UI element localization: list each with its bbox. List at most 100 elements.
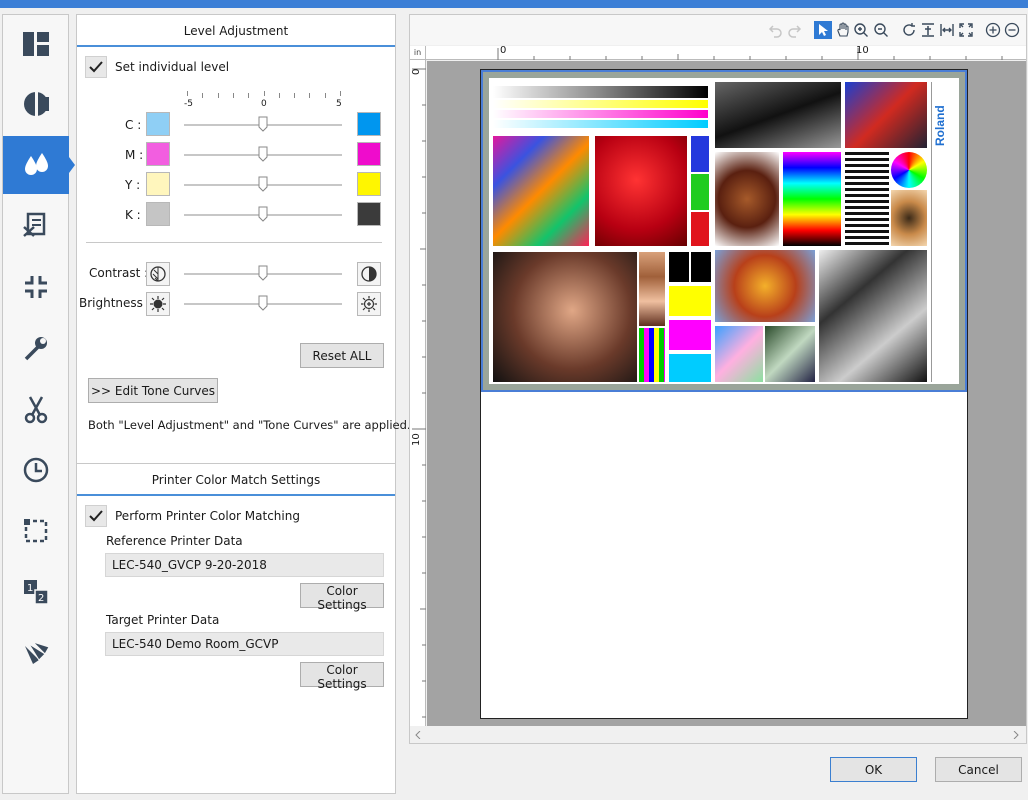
wrench-icon [24, 337, 47, 361]
reference-printer-field[interactable]: LEC-540_GVCP 9-20-2018 [105, 553, 384, 577]
sidebar-item-swatch[interactable] [3, 624, 69, 682]
set-individual-level-row[interactable]: Set individual level [85, 56, 229, 78]
sidebar-item-layout[interactable] [3, 15, 69, 73]
bw-photo-top [715, 82, 841, 148]
reset-all-button[interactable]: Reset ALL [300, 343, 384, 368]
food-photo [715, 152, 779, 246]
rotate-button[interactable] [900, 21, 918, 39]
zoom-in-tool-button[interactable] [852, 21, 870, 39]
green-patch [691, 174, 709, 210]
channel-slider-thumb[interactable] [258, 176, 268, 192]
pointer-icon [819, 24, 828, 36]
sidebar-item-crop[interactable] [3, 502, 69, 560]
fit-width-button[interactable] [938, 21, 956, 39]
cancel-button[interactable]: Cancel [935, 757, 1022, 782]
sidebar-item-ink[interactable] [3, 136, 75, 194]
zoom-out-tool-button[interactable] [872, 21, 890, 39]
target-color-settings-button[interactable]: Color Settings [300, 662, 384, 691]
sidebar-item-print-cut[interactable] [3, 197, 69, 255]
contrast-label: Contrast : [89, 266, 149, 280]
horizontal-ruler: 0 10 [426, 45, 1026, 60]
brightness-decrease-button[interactable] [146, 292, 170, 316]
perform-color-matching-row[interactable]: Perform Printer Color Matching [85, 505, 300, 527]
channel-dark-swatch [357, 202, 381, 226]
brightness-slider-thumb[interactable] [258, 295, 268, 311]
select-tool-button[interactable] [814, 21, 832, 39]
reference-printer-label: Reference Printer Data [106, 534, 243, 548]
yellow-patch [669, 286, 711, 316]
sun-plus-icon [361, 296, 377, 312]
sidebar-item-color[interactable] [3, 75, 69, 133]
color-drop-half-icon [24, 91, 49, 117]
contrast-decrease-button[interactable] [146, 262, 170, 286]
portrait-photo [493, 252, 637, 382]
zoom-out-button[interactable] [1003, 21, 1021, 39]
channel-dark-swatch [357, 172, 381, 196]
target-printer-field[interactable]: LEC-540 Demo Room_GCVP [105, 632, 384, 656]
magenta-patch [669, 320, 711, 350]
channel-label: M : [125, 148, 144, 162]
scale-tick [187, 91, 188, 96]
seafood-photo [765, 326, 815, 382]
sidebar-item-shrink[interactable] [3, 258, 69, 316]
scale-tick [202, 93, 204, 98]
scroll-left-icon[interactable] [414, 731, 422, 739]
channel-slider-thumb[interactable] [258, 206, 268, 222]
scroll-right-icon[interactable] [1012, 731, 1020, 739]
ruler-v-label-0: 0 [411, 68, 422, 75]
zoom-out-icon [874, 23, 888, 37]
settings-panel: Level Adjustment Set individual level -5… [76, 14, 411, 794]
ok-button[interactable]: OK [830, 757, 917, 782]
edit-tone-curves-button[interactable]: >> Edit Tone Curves [88, 378, 218, 403]
contrast-slider-thumb[interactable] [258, 265, 268, 281]
fit-height-button[interactable] [919, 21, 937, 39]
shrink-icon [25, 276, 47, 298]
sidebar-item-cut[interactable] [3, 380, 69, 438]
scissors-icon [24, 396, 48, 424]
magenta-ramp [493, 110, 708, 118]
preview-canvas[interactable]: Roland [427, 61, 1026, 726]
section-divider [86, 242, 382, 243]
zoom-in-button[interactable] [984, 21, 1002, 39]
reference-color-settings-button[interactable]: Color Settings [300, 583, 384, 612]
scale-tick [324, 93, 326, 98]
redo-button[interactable] [786, 21, 804, 39]
hand-tool-button[interactable] [834, 21, 852, 39]
brand-strip: Roland [931, 82, 955, 382]
scale-tick [294, 93, 296, 98]
sidebar-item-order[interactable]: 12 [3, 563, 69, 621]
fit-page-button[interactable] [957, 21, 975, 39]
rotate-icon [903, 23, 915, 36]
svg-text:2: 2 [38, 593, 44, 604]
print-cut-icon [23, 212, 46, 237]
sidebar-item-maintenance[interactable] [3, 319, 69, 377]
undo-button[interactable] [766, 21, 784, 39]
scale-tick [217, 93, 219, 98]
channel-light-swatch [146, 202, 170, 226]
contrast-low-icon [150, 266, 166, 282]
channel-light-swatch [146, 142, 170, 166]
bw-sports-photo [819, 250, 927, 382]
brightness-increase-button[interactable] [357, 292, 381, 316]
channel-slider-thumb[interactable] [258, 116, 268, 132]
contrast-increase-button[interactable] [357, 262, 381, 286]
sidebar-item-schedule[interactable] [3, 441, 69, 499]
set-individual-level-checkbox[interactable] [85, 56, 107, 78]
hand-icon [837, 22, 849, 37]
print-job-image[interactable]: Roland [481, 70, 967, 392]
black-patch-2 [691, 252, 711, 282]
ruler-h-label-10: 10 [856, 45, 869, 56]
red-patch [691, 212, 709, 246]
color-swatch-fan-icon [25, 641, 50, 664]
channel-label: C : [125, 118, 142, 132]
horizontal-ruler-ticks [497, 48, 1003, 60]
channel-slider-thumb[interactable] [258, 146, 268, 162]
svg-text:1: 1 [27, 583, 33, 594]
media-page[interactable]: Roland [480, 69, 968, 719]
color-chips [639, 328, 665, 382]
horizontal-scrollbar[interactable] [410, 727, 1026, 743]
channel-label: Y : [125, 178, 141, 192]
zoom-in-icon [854, 23, 868, 37]
perform-color-matching-checkbox[interactable] [85, 505, 107, 527]
perform-color-matching-label: Perform Printer Color Matching [115, 509, 300, 523]
